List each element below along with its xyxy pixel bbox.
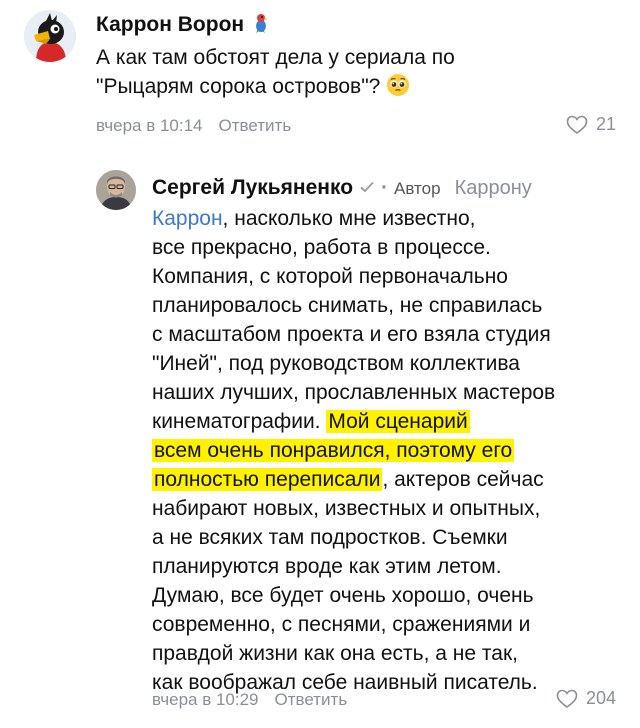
pleading-face-emoji-icon: [387, 74, 410, 96]
crow-avatar-icon: [24, 10, 76, 62]
avatar[interactable]: [24, 10, 76, 62]
heart-outline-icon: [556, 689, 578, 708]
comment-text-line: с масштабом проекта и его взяла студия: [152, 323, 551, 346]
reply-to-link[interactable]: Каррону: [455, 177, 532, 199]
comment-text-fragment: "Рыцарям сорока островов"?: [96, 75, 381, 98]
like-count: 21: [595, 114, 616, 134]
comment-text-fragment: , актеров сейчас: [382, 468, 544, 491]
author-badge: Автор: [394, 179, 441, 198]
heart-outline-icon: [566, 115, 588, 134]
reply-comment: Сергей Лукьяненко · Автор Каррону Каррон, …: [0, 160, 640, 728]
comment-text-line: Думаю, все будет очень хорошо, очень: [152, 584, 534, 607]
comment-text-line: планируются вроде как этим летом.: [152, 555, 502, 578]
avatar[interactable]: [96, 170, 136, 210]
comment-text-line: "Рыцарям сорока островов"?: [96, 72, 616, 101]
timestamp: вчера в 10:29: [152, 690, 259, 709]
timestamp: вчера в 10:14: [96, 116, 203, 135]
comment-text-line: всем очень понравился, поэтому его: [152, 436, 622, 465]
comment-text-line: "Иней", под руководством коллектива: [152, 352, 520, 375]
like-count: 204: [585, 688, 616, 708]
comment-text-fragment: кинематографии.: [152, 410, 321, 433]
comment-text-fragment: , насколько мне известно,: [222, 207, 476, 230]
comment-text-line: Каррон, насколько мне известно,: [152, 204, 622, 233]
highlighted-text: Мой сценарий: [326, 410, 470, 433]
author-name-text: Каррон Ворон: [96, 13, 245, 36]
author-name[interactable]: Каррон Ворон: [96, 12, 272, 40]
like-button[interactable]: 204: [556, 688, 616, 709]
author-name[interactable]: Сергей Лукьяненко · Автор Каррону: [152, 176, 532, 200]
mention-link[interactable]: Каррон: [152, 207, 223, 230]
comment-text-line: современно, с песнями, сражениями и: [152, 613, 531, 636]
highlighted-text: всем очень понравился, поэтому его: [152, 439, 515, 462]
author-name-text: Сергей Лукьяненко: [152, 176, 354, 199]
comment-text-line: полностью переписали, актеров сейчас: [152, 465, 622, 494]
reply-button[interactable]: Ответить: [275, 690, 348, 709]
comment-text: А как там обстоят дела у сериала по "Рыц…: [96, 43, 616, 101]
comment-text-line: правдой жизни как она есть, а не так,: [152, 642, 518, 665]
person-photo-icon: [96, 170, 136, 210]
comment-text: Каррон, насколько мне известно, все прек…: [152, 204, 622, 697]
comment: Каррон Ворон А как там обстоят дела у се…: [0, 0, 640, 150]
checkmark-icon: [359, 176, 375, 200]
highlighted-text: полностью переписали: [152, 468, 383, 491]
comment-text-line: набирают новых, известных и опытных,: [152, 497, 541, 520]
separator-dot: ·: [381, 176, 389, 199]
parrot-emoji-icon: [250, 12, 272, 40]
comment-text-line: все прекрасно, работа в процессе.: [152, 236, 491, 259]
comment-text-line: кинематографии. Мой сценарий: [152, 407, 622, 436]
comment-text-line: а не всяких там подростков. Съемки: [152, 526, 508, 549]
comment-text-line: Компания, с которой первоначально: [152, 265, 508, 288]
comment-meta: вчера в 10:14 Ответить: [96, 116, 291, 136]
like-button[interactable]: 21: [566, 114, 616, 135]
comment-meta: вчера в 10:29 Ответить: [152, 690, 347, 710]
comment-text-line: А как там обстоят дела у сериала по: [96, 46, 455, 69]
reply-button[interactable]: Ответить: [219, 116, 292, 135]
comment-text-line: планировалось снимать, не справилась: [152, 294, 543, 317]
comment-text-line: наших лучших, прославленных мастеров: [152, 381, 556, 404]
